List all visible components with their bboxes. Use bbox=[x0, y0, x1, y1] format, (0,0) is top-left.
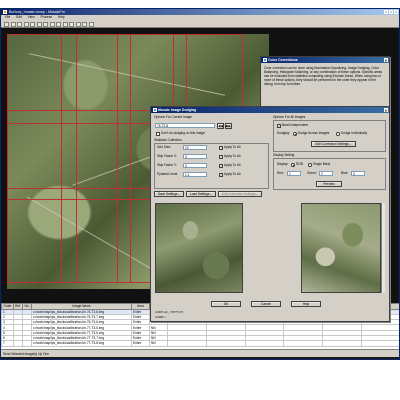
preview-scrollbar[interactable] bbox=[381, 203, 385, 293]
apply-all-label: Apply To All bbox=[224, 163, 241, 167]
dodge-across-radio[interactable] bbox=[293, 132, 297, 136]
toolbar-button[interactable] bbox=[10, 21, 16, 27]
toolbar bbox=[1, 20, 399, 28]
cell-area: Entire bbox=[131, 340, 150, 347]
toolbar-button[interactable] bbox=[75, 21, 81, 27]
red-label: Red: bbox=[277, 171, 284, 175]
band-independent-label: Band Independent bbox=[282, 123, 309, 127]
skip-x-input[interactable]: 3 bbox=[183, 154, 207, 159]
dodge-across-label: Dodge Across Images bbox=[298, 131, 330, 135]
display-label: Display: bbox=[277, 162, 289, 166]
dodging-label: Dodging: bbox=[277, 131, 290, 135]
toolbar-button[interactable] bbox=[36, 21, 42, 27]
menu-file[interactable]: File bbox=[5, 15, 10, 20]
original-image-preview[interactable] bbox=[155, 203, 243, 293]
value-readout: 0.0000 ✓ bbox=[155, 315, 167, 319]
rgb-radio[interactable] bbox=[291, 163, 295, 167]
toolbar-button[interactable] bbox=[69, 21, 74, 27]
toolbar-button[interactable] bbox=[49, 21, 55, 27]
apply-all-label: Apply To All bbox=[224, 145, 241, 149]
table-row[interactable]: 7 c:/work/map/lps_blocks/calibration-bh.… bbox=[1, 340, 399, 347]
menu-help[interactable]: Help bbox=[58, 15, 65, 20]
toolbar-button[interactable] bbox=[43, 21, 48, 27]
dialog-title: Color Corrections bbox=[268, 58, 298, 62]
band-independent-checkbox[interactable]: ✓ bbox=[277, 124, 281, 128]
green-label: Green: bbox=[307, 171, 317, 175]
save-settings-button[interactable]: Save Settings... bbox=[154, 191, 184, 197]
dialog-title-bar: Color Corrections × bbox=[261, 57, 389, 63]
green-band-select[interactable]: 2 bbox=[319, 171, 333, 176]
apply-all-checkbox[interactable]: ✓ bbox=[219, 173, 223, 177]
toolbar-button[interactable] bbox=[4, 21, 9, 27]
dont-dodge-checkbox[interactable] bbox=[156, 132, 160, 136]
current-image-select[interactable]: 76-T3-8 bbox=[155, 123, 215, 128]
maximize-button[interactable] bbox=[389, 10, 393, 14]
apply-all-checkbox[interactable]: ✓ bbox=[219, 155, 223, 159]
skip-y-label: Skip Factor Y: bbox=[157, 163, 177, 167]
cell-scale: NN bbox=[149, 340, 168, 347]
preview-button[interactable]: Preview bbox=[316, 181, 342, 187]
edit-correction-all-button[interactable]: Edit Correction Settings... bbox=[311, 141, 356, 147]
dialog-title-bar: Mosaic Image Dodging × bbox=[151, 107, 389, 113]
menu-edit[interactable]: Edit bbox=[16, 15, 22, 20]
close-icon[interactable]: × bbox=[383, 107, 388, 113]
skip-y-input[interactable]: 3 bbox=[183, 163, 207, 168]
current-image-group-label: Options For Current Image bbox=[154, 115, 192, 119]
minimize-button[interactable] bbox=[384, 10, 388, 14]
apply-all-checkbox[interactable]: ✓ bbox=[219, 164, 223, 168]
color-corrections-description: Color correction can be done using Illum… bbox=[264, 66, 382, 86]
apply-all-checkbox[interactable]: ✓ bbox=[219, 146, 223, 150]
prev-image-button[interactable]: ◀◀ bbox=[217, 122, 224, 129]
rgb-label: RGB bbox=[296, 162, 303, 166]
toolbar-button[interactable] bbox=[23, 21, 29, 27]
menu-view[interactable]: View bbox=[28, 15, 35, 20]
blue-label: Blue: bbox=[341, 171, 349, 175]
toolbar-button[interactable] bbox=[56, 21, 61, 27]
window-controls bbox=[384, 10, 398, 14]
single-band-radio[interactable] bbox=[308, 163, 312, 167]
menu-process[interactable]: Process bbox=[41, 15, 53, 20]
load-settings-button[interactable]: Load Settings... bbox=[186, 191, 216, 197]
toolbar-button[interactable] bbox=[17, 21, 22, 27]
dialog-icon bbox=[262, 58, 267, 62]
toolbar-button[interactable] bbox=[62, 21, 68, 27]
toolbar-button[interactable] bbox=[88, 21, 94, 27]
apply-all-label: Apply To All bbox=[224, 154, 241, 158]
cancel-button[interactable]: Cancel bbox=[251, 301, 281, 307]
pyramid-level-label: Pyramid Level: bbox=[157, 172, 179, 176]
red-band-select[interactable]: 1 bbox=[287, 171, 301, 176]
status-bar: Send Selected Image(s) Up One bbox=[1, 349, 399, 357]
blue-band-select[interactable]: 3 bbox=[351, 171, 365, 176]
image-dodging-dialog: Mosaic Image Dodging × Options For Curre… bbox=[150, 106, 390, 322]
help-button[interactable]: Help bbox=[291, 301, 321, 307]
edit-correction-settings-button[interactable]: Edit Correction Settings... bbox=[218, 191, 262, 197]
grid-size-input[interactable]: 10 bbox=[183, 145, 207, 150]
ok-button[interactable]: OK bbox=[211, 301, 241, 307]
dialog-icon bbox=[152, 108, 157, 112]
window-title: Burbury_mosaic.mosp - MosaicPro bbox=[9, 10, 65, 14]
skip-x-label: Skip Factor X: bbox=[157, 154, 178, 158]
pyramid-level-select[interactable]: 1:1 bbox=[183, 172, 207, 177]
toolbar-button[interactable] bbox=[30, 21, 35, 27]
close-button[interactable] bbox=[394, 10, 398, 14]
app-icon bbox=[3, 10, 7, 14]
close-icon[interactable]: × bbox=[383, 57, 388, 63]
cell-image-name: c:/work/map/lps_blocks/calibration-bh.77… bbox=[31, 340, 132, 347]
toolbar-button[interactable] bbox=[82, 21, 87, 27]
single-band-label: Single Band bbox=[313, 162, 331, 166]
dodge-individually-label: Dodge Individually bbox=[341, 131, 368, 135]
dialog-title: Mosaic Image Dodging bbox=[158, 108, 197, 112]
apply-all-label: Apply To All bbox=[224, 172, 241, 176]
next-image-button[interactable]: ▶▶ bbox=[225, 122, 232, 129]
dodged-image-preview[interactable] bbox=[301, 203, 381, 293]
dodge-individually-radio[interactable] bbox=[336, 132, 340, 136]
dont-dodge-label: Don't do dodging on this image bbox=[161, 131, 205, 135]
grid-size-label: Grid Size: bbox=[157, 145, 171, 149]
title-bar: Burbury_mosaic.mosp - MosaicPro bbox=[1, 9, 399, 15]
cell-order: 7 bbox=[1, 340, 14, 347]
